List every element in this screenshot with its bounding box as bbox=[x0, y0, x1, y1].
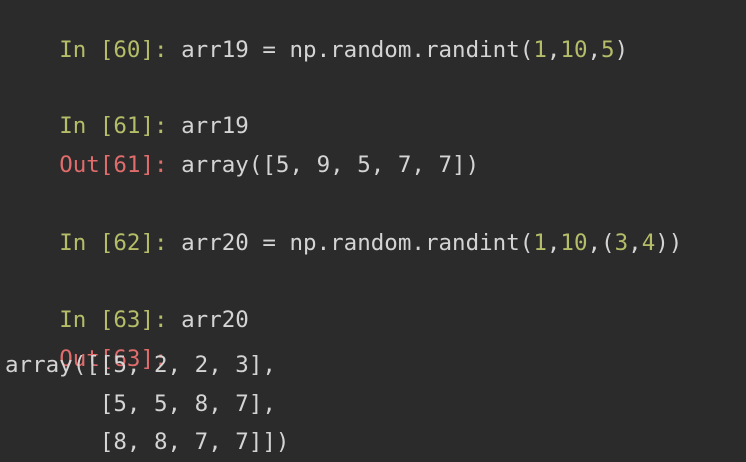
input-line-63: In [63]: arr20 bbox=[5, 272, 249, 333]
ipython-console[interactable]: In [60]: arr19 = np.random.randint(1,10,… bbox=[0, 0, 746, 462]
out-prompt-61: Out[61]: bbox=[59, 152, 168, 178]
code-60-literal-3: 5 bbox=[601, 37, 615, 63]
output-line-63: Out[63]: bbox=[5, 311, 167, 372]
input-line-62: In [62]: arr20 = np.random.randint(1,10,… bbox=[5, 195, 682, 256]
input-line-61: In [61]: arr19 bbox=[5, 78, 249, 139]
code-60-literal-2: 10 bbox=[560, 37, 588, 63]
code-60-sep-2: , bbox=[587, 37, 602, 63]
code-60-sep-1: , bbox=[546, 37, 561, 63]
code-62-literal-1: 1 bbox=[533, 230, 547, 256]
code-60-literal-1: 1 bbox=[533, 37, 547, 63]
code-62-sep-3: , bbox=[628, 230, 642, 256]
code-62-part-a: arr20 = np.random.randint( bbox=[167, 230, 534, 256]
code-62-part-b: )) bbox=[655, 230, 683, 256]
output-61: array([5, 9, 5, 7, 7]) bbox=[167, 152, 480, 178]
code-62-literal-4: 4 bbox=[641, 230, 656, 256]
output-63-row-1: array([[5, 2, 2, 3], bbox=[5, 352, 276, 378]
code-60-part-b: ) bbox=[614, 37, 629, 63]
output-63-row-3: [8, 8, 7, 7]]) bbox=[5, 429, 290, 455]
code-62-literal-2: 10 bbox=[560, 230, 588, 256]
code-60-part-a: arr19 = np.random.randint( bbox=[167, 37, 534, 63]
code-62-literal-3: 3 bbox=[614, 230, 629, 256]
output-line-61: Out[61]: array([5, 9, 5, 7, 7]) bbox=[5, 117, 479, 178]
code-62-sep-1: , bbox=[546, 230, 561, 256]
code-62-sep-2: ,( bbox=[587, 230, 615, 256]
in-prompt-60: In [60]: bbox=[59, 37, 168, 63]
in-prompt-62: In [62]: bbox=[59, 230, 168, 256]
input-line-60: In [60]: arr19 = np.random.randint(1,10,… bbox=[5, 2, 628, 63]
code-63: arr20 bbox=[167, 307, 249, 333]
output-63-row-2: [5, 5, 8, 7], bbox=[5, 391, 276, 417]
